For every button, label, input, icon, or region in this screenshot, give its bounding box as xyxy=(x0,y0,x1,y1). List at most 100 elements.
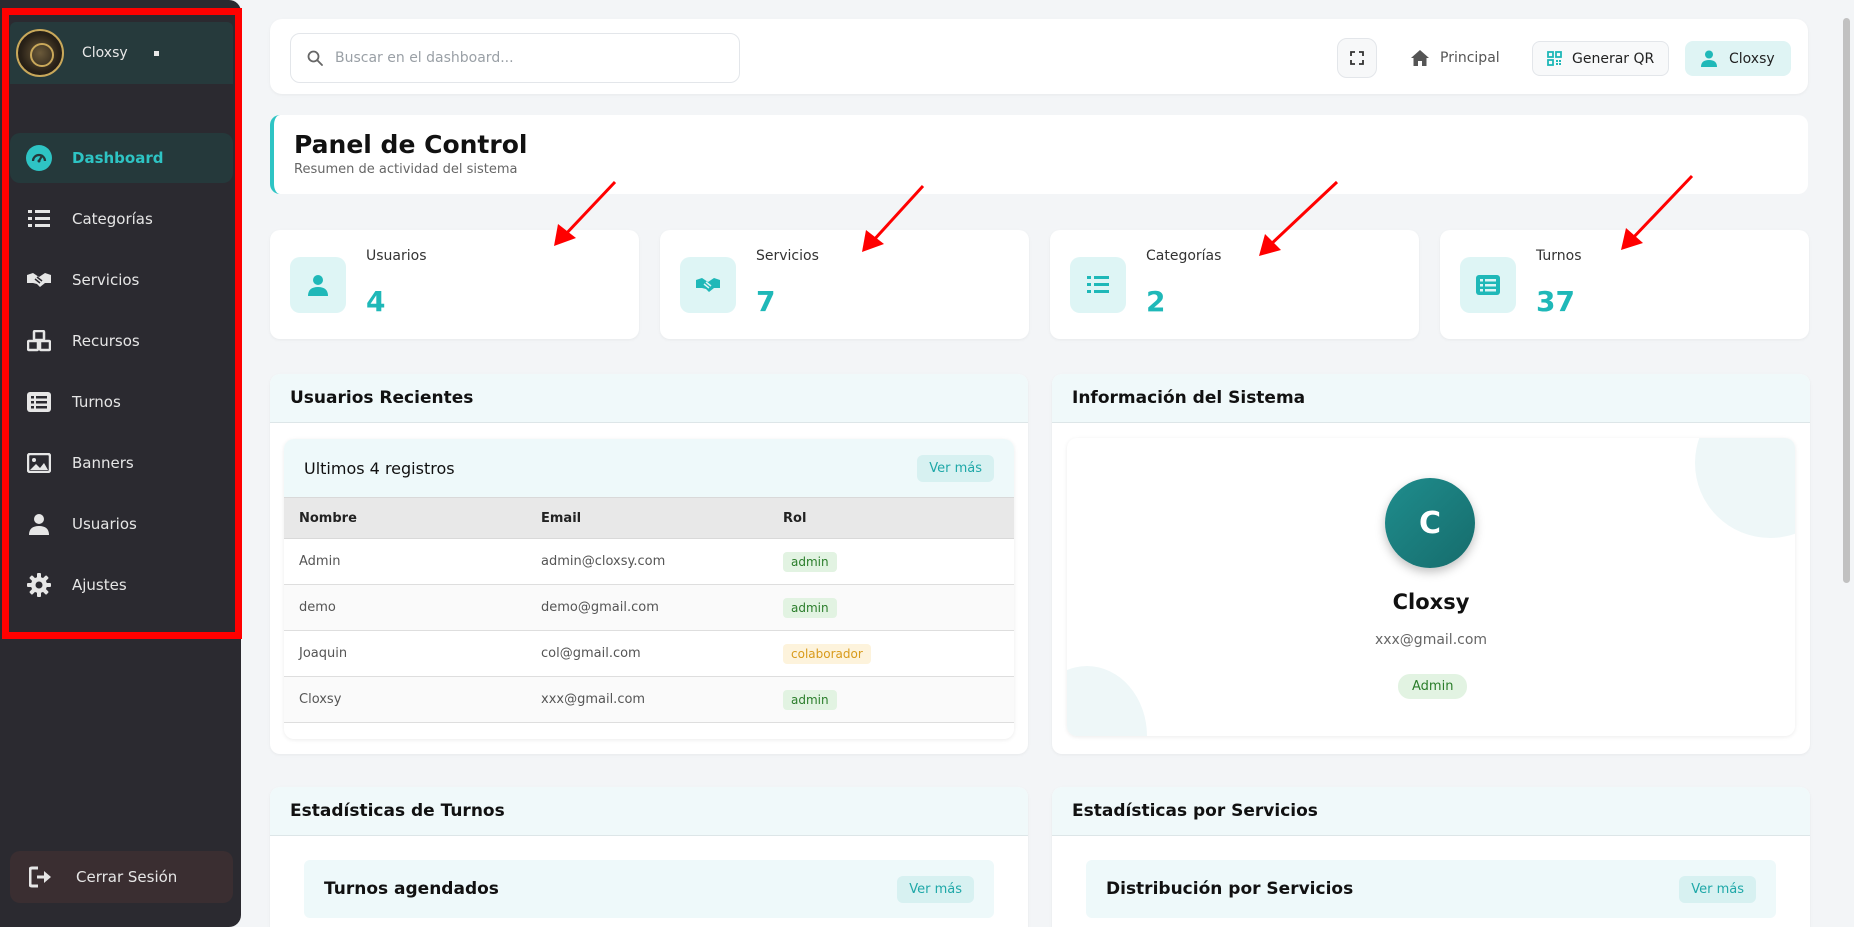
view-more-button[interactable]: Ver más xyxy=(1679,875,1756,903)
qr-label: Generar QR xyxy=(1572,50,1655,67)
stat-value: 37 xyxy=(1536,285,1575,318)
stat-icon-box xyxy=(1460,257,1516,313)
search-input[interactable] xyxy=(335,50,715,66)
role-cell: colaborador xyxy=(768,630,1014,677)
table-row[interactable]: demo demo@gmail.com admin xyxy=(284,584,1014,631)
generate-qr-button[interactable]: Generar QR xyxy=(1532,41,1670,76)
qr-code-icon xyxy=(1547,51,1562,66)
users-table: Nombre Email Rol Admin admin@cloxsy.com … xyxy=(284,497,1014,723)
card-header: Distribución por Servicios Ver más xyxy=(1086,860,1776,918)
sidebar-item-recursos[interactable]: Recursos xyxy=(10,316,233,366)
sidebar-item-label: Servicios xyxy=(72,271,140,289)
fullscreen-button[interactable] xyxy=(1337,38,1377,78)
role-cell: admin xyxy=(768,676,1014,723)
stat-label: Usuarios xyxy=(366,248,427,264)
role-cell: admin xyxy=(768,538,1014,585)
sidebar-item-label: Recursos xyxy=(72,332,140,350)
user-email: admin@cloxsy.com xyxy=(526,538,768,585)
card-header: Ultimos 4 registros Ver más xyxy=(284,439,1014,497)
sidebar-item-categorias[interactable]: Categorías xyxy=(10,194,233,244)
stat-label: Servicios xyxy=(756,248,819,264)
role-badge: admin xyxy=(783,689,837,710)
role-cell: admin xyxy=(768,584,1014,631)
gear-icon xyxy=(26,572,52,598)
barbershop-logo xyxy=(16,29,64,77)
view-more-button[interactable]: Ver más xyxy=(917,454,994,482)
handshake-icon xyxy=(26,267,52,293)
user-menu-button[interactable]: Cloxsy xyxy=(1685,41,1791,76)
logout-button[interactable]: Cerrar Sesión xyxy=(10,851,233,903)
table-row[interactable]: Admin admin@cloxsy.com admin xyxy=(284,538,1014,585)
panel-title: Estadísticas por Servicios xyxy=(1052,787,1810,836)
decorative-circle xyxy=(1695,438,1795,538)
view-more-button[interactable]: Ver más xyxy=(897,875,974,903)
list-icon xyxy=(26,206,52,232)
user-icon xyxy=(308,275,328,296)
sidebar-item-label: Dashboard xyxy=(72,149,164,167)
user-email: demo@gmail.com xyxy=(526,584,768,631)
sidebar-item-ajustes[interactable]: Ajustes xyxy=(10,560,233,610)
sidebar-item-label: Categorías xyxy=(72,210,153,228)
stat-value: 4 xyxy=(366,285,386,318)
sidebar-item-servicios[interactable]: Servicios xyxy=(10,255,233,305)
user-email: col@gmail.com xyxy=(526,630,768,677)
sidebar-item-label: Ajustes xyxy=(72,576,127,594)
cubes-icon xyxy=(26,328,52,354)
sidebar-item-dashboard[interactable]: Dashboard xyxy=(10,133,233,183)
home-icon xyxy=(1411,50,1429,66)
logout-label: Cerrar Sesión xyxy=(76,868,178,886)
role-badge: Admin xyxy=(1398,674,1468,699)
user-name: demo xyxy=(284,584,526,631)
column-header[interactable]: Nombre xyxy=(284,497,526,539)
turnos-card: Turnos agendados Ver más xyxy=(284,852,1014,927)
recent-users-panel: Usuarios Recientes Ultimos 4 registros V… xyxy=(270,374,1028,754)
role-badge: admin xyxy=(783,551,837,572)
stat-card-turnos[interactable]: Turnos 37 xyxy=(1440,230,1809,339)
sidebar-item-usuarios[interactable]: Usuarios xyxy=(10,499,233,549)
home-button[interactable]: Principal xyxy=(1410,38,1500,78)
stat-value: 7 xyxy=(756,285,776,318)
search-box[interactable] xyxy=(290,33,740,83)
list-alt-icon xyxy=(26,389,52,415)
status-dot xyxy=(153,50,159,56)
handshake-icon xyxy=(696,278,720,292)
user-email: xxx@gmail.com xyxy=(526,676,768,723)
user-name: Joaquin xyxy=(284,630,526,677)
user-menu-label: Cloxsy xyxy=(1729,50,1775,67)
sidebar-item-label: Turnos xyxy=(72,393,121,411)
home-label: Principal xyxy=(1440,50,1500,66)
stat-label: Categorías xyxy=(1146,248,1222,264)
column-header[interactable]: Rol xyxy=(768,497,1014,539)
stat-card-servicios[interactable]: Servicios 7 xyxy=(660,230,1029,339)
page-subtitle: Resumen de actividad del sistema xyxy=(294,162,518,177)
sidebar-item-label: Usuarios xyxy=(72,515,137,533)
sidebar-nav: Dashboard Categorías Servicios Recursos … xyxy=(10,133,233,621)
role-badge: admin xyxy=(783,597,837,618)
role-badge: colaborador xyxy=(783,643,871,664)
search-icon xyxy=(307,50,323,66)
card-title: Distribución por Servicios xyxy=(1106,879,1354,899)
sidebar-item-banners[interactable]: Banners xyxy=(10,438,233,488)
table-row[interactable]: Cloxsy xxx@gmail.com admin xyxy=(284,676,1014,723)
brand-name: Cloxsy xyxy=(82,45,128,61)
table-row[interactable]: Joaquin col@gmail.com colaborador xyxy=(284,630,1014,677)
sign-out-icon xyxy=(28,864,54,890)
avatar: C xyxy=(1385,478,1475,568)
list-alt-icon xyxy=(1476,275,1500,295)
stat-card-usuarios[interactable]: Usuarios 4 xyxy=(270,230,639,339)
stat-card-categorias[interactable]: Categorías 2 xyxy=(1050,230,1419,339)
page-title: Panel de Control xyxy=(294,130,528,159)
stat-icon-box xyxy=(1070,257,1126,313)
column-header[interactable]: Email xyxy=(526,497,768,539)
panel-title: Estadísticas de Turnos xyxy=(270,787,1028,836)
sidebar-brand[interactable]: Cloxsy xyxy=(10,22,233,84)
system-info-panel: Información del Sistema C Cloxsy xxx@gma… xyxy=(1052,374,1810,754)
expand-icon xyxy=(1350,51,1364,65)
sidebar: Cloxsy Dashboard Categorías Servicios Re… xyxy=(0,0,241,927)
card-title: Turnos agendados xyxy=(324,879,499,899)
sidebar-item-turnos[interactable]: Turnos xyxy=(10,377,233,427)
dashboard-gauge-icon xyxy=(26,145,52,171)
page-scrollbar[interactable] xyxy=(1843,18,1850,583)
recent-users-card: Ultimos 4 registros Ver más Nombre Email… xyxy=(284,439,1014,739)
stat-value: 2 xyxy=(1146,285,1166,318)
